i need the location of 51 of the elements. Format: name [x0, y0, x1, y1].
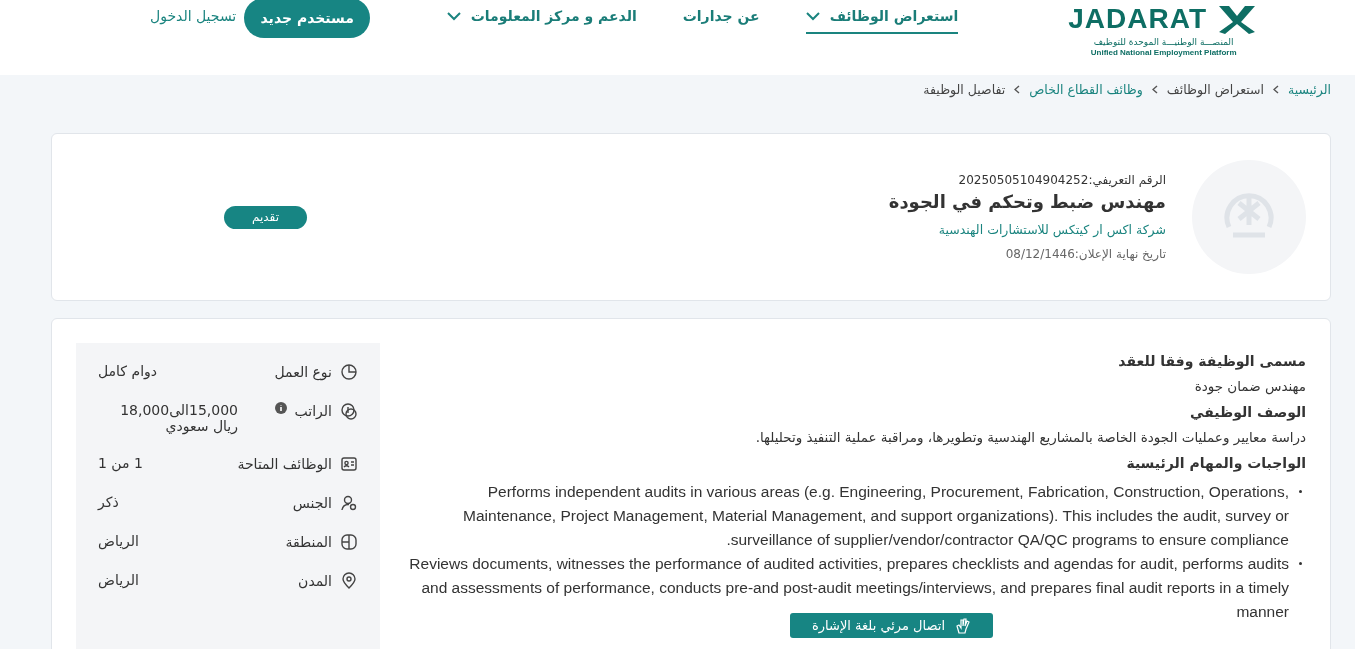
logo-wordmark: JADARAT [1068, 3, 1207, 35]
duty-text: Performs independent audits in various areas (e.g. Engineering, Procurement, Fabrication, Construction, Operations, Maintenance, Project Management, Material Management, and support organizations). This includes the audit, survey or surveillance of supplier/vendor/contractor QA/QC programs to ensure compliance. [462, 482, 1289, 550]
nav-tab[interactable]: عن جدارات [682, 6, 760, 34]
section-text: مهندس ضمان جودة [1193, 378, 1306, 394]
id-card-icon [340, 455, 358, 473]
location-pin-icon [340, 572, 358, 590]
fact-value: 15,000الى18,000 ريال سعودي [119, 402, 238, 434]
chevron-left-icon [1272, 84, 1279, 94]
company-link[interactable]: شركة اكس ار كيتكس للاستشارات الهندسية [938, 222, 1166, 237]
fact-label: المدن [298, 573, 332, 589]
logo-subtitle: Unified National Employment Platform [1090, 48, 1237, 57]
deadline-text: تاريخ نهاية الإعلان:08/12/1446 [1005, 247, 1166, 261]
fact-label: نوع العمل [274, 364, 332, 380]
fact-value: الرياض [98, 572, 139, 588]
chevron-down-icon [805, 11, 820, 21]
job-reference: الرقم التعريفي:20250505104904252 [958, 173, 1166, 187]
apply-button[interactable]: تقديم [224, 205, 307, 229]
chevron-left-icon [1151, 84, 1158, 94]
register-button[interactable]: مستخدم جديد [244, 0, 371, 38]
section-heading: مسمى الوظيفة وفقا للعقد [1117, 353, 1306, 369]
nav-tab[interactable]: استعراض الوظائف [805, 6, 959, 34]
fact-value: الرياض [98, 533, 139, 549]
breadcrumb-item[interactable]: استعراض الوظائف [1166, 81, 1264, 97]
bullet-icon [1299, 562, 1302, 565]
job-title: مهندس ضبط وتحكم في الجودة [888, 191, 1166, 212]
person-icon [340, 494, 358, 512]
section-heading: الوصف الوظيفي [1189, 404, 1306, 420]
fact-label: الراتب [294, 403, 332, 419]
chevron-down-icon [446, 11, 461, 21]
chevron-left-icon [1014, 84, 1021, 94]
map-icon [340, 533, 358, 551]
sign-language-button[interactable]: اتصال مرئي بلغة الإشارة [790, 613, 993, 638]
login-link[interactable]: تسجيل الدخول [150, 0, 237, 24]
money-icon [340, 402, 358, 420]
fact-value: ذكر [98, 494, 119, 510]
logo-subtitle: المنصـــة الوطنيـــة الموحدة للتوظيف [1093, 37, 1234, 47]
fact-label: الجنس [292, 495, 332, 511]
fact-value: دوام كامل [98, 363, 158, 379]
fact-value: 1 من 1 [98, 455, 143, 471]
breadcrumb-item[interactable]: الرئيسية [1287, 81, 1331, 97]
breadcrumb-item[interactable]: تفاصيل الوظيفة [923, 81, 1006, 97]
section-text: دراسة معايير وعمليات الجودة الخاصة بالمشاريع الهندسية وتطويرها، ومراقبة عملية التنفيذ وتحليلها. [754, 429, 1306, 445]
breadcrumb-item[interactable]: وظائف القطاع الخاص [1029, 81, 1143, 97]
bullet-icon [1299, 490, 1302, 493]
fact-label: الوظائف المتاحة [237, 456, 332, 472]
section-heading: الواجبات والمهام الرئيسية [1125, 455, 1306, 471]
hand-icon [955, 617, 971, 634]
info-icon [274, 402, 287, 414]
fact-label: المنطقة [285, 534, 332, 550]
nav-tab[interactable]: الدعم و مركز المعلومات [446, 6, 637, 34]
clock-icon [340, 363, 358, 381]
